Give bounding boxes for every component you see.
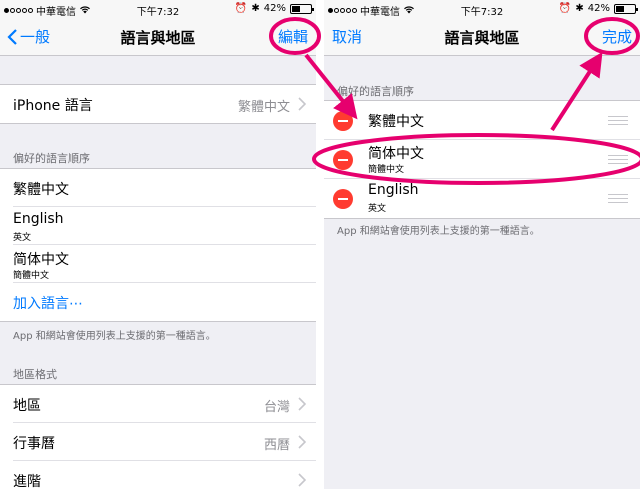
delete-minus-icon[interactable]	[333, 150, 353, 170]
language-footer-note: App 和網站會使用列表上支援的第一種語言。	[337, 226, 540, 237]
add-language-link[interactable]: 加入語言⋯	[13, 293, 83, 313]
bluetooth-icon: ✱	[575, 3, 584, 14]
settings-screen-language-region: 中華電信 下午7:32 ⏰ ✱ 42% 一般 語言與地區 編輯 iPhone 語…	[0, 0, 316, 489]
language-row-english: English 英文	[13, 207, 316, 245]
edit-button[interactable]: 編輯	[278, 26, 308, 47]
calendar-row[interactable]: 行事曆 西曆	[13, 423, 316, 461]
reorder-handle-icon[interactable]	[608, 155, 628, 164]
bluetooth-icon: ✱	[251, 3, 260, 14]
region-value: 台灣	[263, 400, 290, 415]
battery-icon	[290, 3, 314, 14]
language-name: English	[368, 182, 419, 198]
language-row-simplified-chinese[interactable]: 简体中文 簡體中文	[324, 140, 640, 179]
iphone-language-row[interactable]: iPhone 語言 繁體中文	[13, 85, 316, 123]
calendar-label: 行事曆	[13, 436, 55, 452]
delete-minus-icon[interactable]	[333, 189, 353, 209]
advanced-label: 進階	[13, 474, 41, 489]
language-name: English	[13, 211, 64, 227]
iphone-language-label: iPhone 語言	[13, 98, 93, 114]
navigation-bar: 取消 語言與地區 完成	[324, 18, 640, 56]
page-title: 語言與地區	[444, 29, 520, 47]
language-row-traditional-chinese[interactable]: 繁體中文	[324, 101, 640, 140]
language-name: 繁體中文	[368, 114, 424, 130]
iphone-language-group: iPhone 語言 繁體中文	[0, 84, 316, 124]
chevron-right-icon	[298, 435, 306, 449]
panel-divider	[316, 0, 324, 489]
battery-icon	[614, 3, 638, 14]
delete-minus-icon[interactable]	[333, 111, 353, 131]
preferred-languages-header: 偏好的語言順序	[337, 85, 414, 98]
preferred-languages-edit-list: 繁體中文 简体中文 簡體中文 English 英文	[324, 100, 640, 219]
region-format-header: 地區格式	[13, 368, 57, 381]
region-format-list: 地區 台灣 行事曆 西曆 進階	[0, 384, 316, 489]
language-native-name: 簡體中文	[13, 271, 50, 281]
add-language-row[interactable]: 加入語言⋯	[13, 283, 316, 321]
language-row-traditional-chinese: 繁體中文	[13, 169, 316, 207]
page-title: 語言與地區	[120, 29, 196, 47]
language-row-english[interactable]: English 英文	[324, 179, 640, 218]
alarm-icon: ⏰	[234, 3, 248, 14]
language-footer-note: App 和網站會使用列表上支援的第一種語言。	[13, 331, 216, 342]
language-name: 繁體中文	[13, 182, 69, 198]
navigation-bar: 一般 語言與地區 編輯	[0, 18, 316, 56]
status-bar: 中華電信 下午7:32 ⏰ ✱ 42%	[0, 0, 316, 18]
reorder-handle-icon[interactable]	[608, 194, 628, 203]
preferred-languages-header: 偏好的語言順序	[13, 152, 90, 165]
battery-percent: 42%	[263, 3, 286, 14]
language-row-simplified-chinese: 简体中文 簡體中文	[13, 245, 316, 283]
language-native-name: 簡體中文	[368, 165, 405, 175]
battery-percent: 42%	[587, 3, 610, 14]
region-label: 地區	[13, 398, 41, 414]
chevron-right-icon	[298, 97, 306, 111]
language-name: 简体中文	[368, 146, 424, 162]
settings-screen-language-edit-mode: 中華電信 下午7:32 ⏰ ✱ 42% 取消 語言與地區 完成 偏好的語言順序 …	[324, 0, 640, 489]
reorder-handle-icon[interactable]	[608, 116, 628, 125]
language-native-name: 英文	[13, 233, 32, 243]
preferred-languages-list: 繁體中文 English 英文 简体中文 簡體中文 加入語言⋯	[0, 168, 316, 322]
region-row[interactable]: 地區 台灣	[13, 385, 316, 423]
status-bar: 中華電信 下午7:32 ⏰ ✱ 42%	[324, 0, 640, 18]
language-name: 简体中文	[13, 252, 69, 268]
advanced-row[interactable]: 進階	[13, 461, 316, 489]
alarm-icon: ⏰	[558, 3, 572, 14]
calendar-value: 西曆	[263, 438, 290, 453]
chevron-right-icon	[298, 473, 306, 487]
iphone-language-value: 繁體中文	[237, 100, 290, 115]
done-button[interactable]: 完成	[602, 26, 632, 47]
chevron-right-icon	[298, 397, 306, 411]
language-native-name: 英文	[368, 204, 387, 214]
